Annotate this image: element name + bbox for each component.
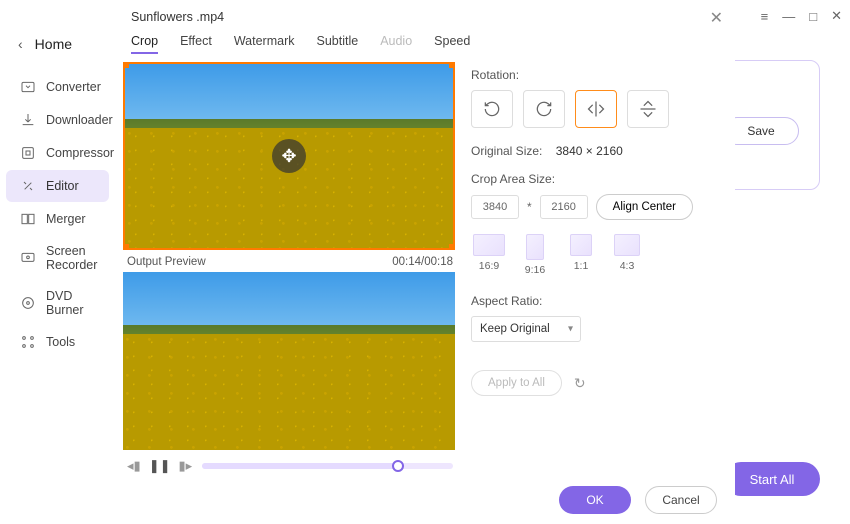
ratio-16-9-icon xyxy=(473,234,505,256)
ok-button[interactable]: OK xyxy=(559,486,631,514)
modal-title: Sunflowers .mp4 xyxy=(115,0,735,28)
aspect-ratio-label: Aspect Ratio: xyxy=(471,294,717,308)
pause-icon[interactable]: ❚❚ xyxy=(149,458,171,474)
crop-area-label: Crop Area Size: xyxy=(471,172,717,186)
ratio-9-16-button[interactable]: 9:16 xyxy=(517,234,553,276)
sidebar-item-label: Merger xyxy=(46,212,86,226)
editor-tabs: Crop Effect Watermark Subtitle Audio Spe… xyxy=(115,28,735,62)
merger-icon xyxy=(20,211,36,227)
output-preview-label: Output Preview xyxy=(127,256,206,268)
next-frame-icon[interactable]: ▮▸ xyxy=(178,458,192,474)
tools-icon xyxy=(20,334,36,350)
sidebar: ‹ Home Converter Downloader Compressor E… xyxy=(0,0,115,524)
seek-slider[interactable] xyxy=(202,463,453,469)
chevron-left-icon: ‹ xyxy=(18,36,23,52)
crop-handle-tr[interactable] xyxy=(449,62,455,68)
sidebar-item-dvd-burner[interactable]: DVD Burner xyxy=(6,281,109,325)
aspect-ratio-select[interactable] xyxy=(471,316,581,342)
sidebar-item-label: Screen Recorder xyxy=(46,244,97,272)
multiply-symbol: * xyxy=(527,200,532,214)
rotation-label: Rotation: xyxy=(471,68,717,82)
sidebar-item-editor[interactable]: Editor xyxy=(6,170,109,202)
sidebar-item-label: DVD Burner xyxy=(46,289,95,317)
rotate-cw-button[interactable] xyxy=(523,90,565,128)
move-handle-icon[interactable]: ✥ xyxy=(272,139,306,173)
converter-icon xyxy=(20,79,36,95)
compressor-icon xyxy=(20,145,36,161)
sidebar-item-screen-recorder[interactable]: Screen Recorder xyxy=(6,236,109,280)
editor-icon xyxy=(20,178,36,194)
flip-horizontal-button[interactable] xyxy=(575,90,617,128)
sidebar-item-tools[interactable]: Tools xyxy=(6,326,109,358)
crop-handle-br[interactable] xyxy=(449,244,455,250)
home-link[interactable]: ‹ Home xyxy=(0,30,115,70)
sidebar-item-downloader[interactable]: Downloader xyxy=(6,104,109,136)
start-all-button[interactable]: Start All xyxy=(724,462,820,496)
sidebar-item-merger[interactable]: Merger xyxy=(6,203,109,235)
dvd-burner-icon xyxy=(20,295,36,311)
ratio-1-1-icon xyxy=(570,234,592,256)
playback-bar: ◂▮ ❚❚ ▮▸ xyxy=(123,450,457,474)
ratio-16-9-button[interactable]: 16:9 xyxy=(471,234,507,276)
screen-recorder-icon xyxy=(20,250,36,266)
sidebar-item-compressor[interactable]: Compressor xyxy=(6,137,109,169)
sidebar-item-label: Converter xyxy=(46,80,101,94)
output-preview xyxy=(123,272,455,450)
ratio-1-1-button[interactable]: 1:1 xyxy=(563,234,599,276)
prev-frame-icon[interactable]: ◂▮ xyxy=(127,458,141,474)
close-main-icon[interactable]: ✕ xyxy=(831,8,842,24)
ratio-4-3-icon xyxy=(614,234,640,256)
editor-modal: Sunflowers .mp4 ✕ Crop Effect Watermark … xyxy=(115,0,735,524)
flip-vertical-button[interactable] xyxy=(627,90,669,128)
hamburger-icon[interactable]: ≡ xyxy=(761,9,769,24)
tab-audio: Audio xyxy=(380,34,412,54)
original-size-label: Original Size: xyxy=(471,144,542,158)
reset-icon[interactable]: ↻ xyxy=(574,375,586,392)
crop-width-input[interactable] xyxy=(471,195,519,219)
sidebar-item-label: Tools xyxy=(46,335,75,349)
ratio-4-3-button[interactable]: 4:3 xyxy=(609,234,645,276)
maximize-icon[interactable]: □ xyxy=(809,9,817,24)
crop-handle-tl[interactable] xyxy=(123,62,129,68)
sidebar-item-label: Downloader xyxy=(46,113,113,127)
sidebar-item-converter[interactable]: Converter xyxy=(6,71,109,103)
tab-subtitle[interactable]: Subtitle xyxy=(316,34,358,54)
cancel-button[interactable]: Cancel xyxy=(645,486,717,514)
crop-handle-bl[interactable] xyxy=(123,244,129,250)
align-center-button[interactable]: Align Center xyxy=(596,194,693,220)
original-size-value: 3840 × 2160 xyxy=(556,144,623,158)
crop-height-input[interactable] xyxy=(540,195,588,219)
sidebar-item-label: Editor xyxy=(46,179,79,193)
close-modal-icon[interactable]: ✕ xyxy=(710,8,723,28)
playback-time: 00:14/00:18 xyxy=(392,256,453,268)
tab-watermark[interactable]: Watermark xyxy=(234,34,295,54)
minimize-icon[interactable]: — xyxy=(782,9,795,24)
seek-thumb[interactable] xyxy=(392,460,404,472)
tab-effect[interactable]: Effect xyxy=(180,34,212,54)
main-window-controls: ≡ — □ ✕ xyxy=(761,8,842,24)
tab-crop[interactable]: Crop xyxy=(131,34,158,54)
home-label: Home xyxy=(35,36,72,52)
rotate-ccw-button[interactable] xyxy=(471,90,513,128)
tab-speed[interactable]: Speed xyxy=(434,34,470,54)
downloader-icon xyxy=(20,112,36,128)
apply-to-all-button[interactable]: Apply to All xyxy=(471,370,562,396)
crop-frame[interactable]: ✥ xyxy=(123,62,455,250)
sidebar-item-label: Compressor xyxy=(46,146,114,160)
ratio-9-16-icon xyxy=(526,234,544,260)
